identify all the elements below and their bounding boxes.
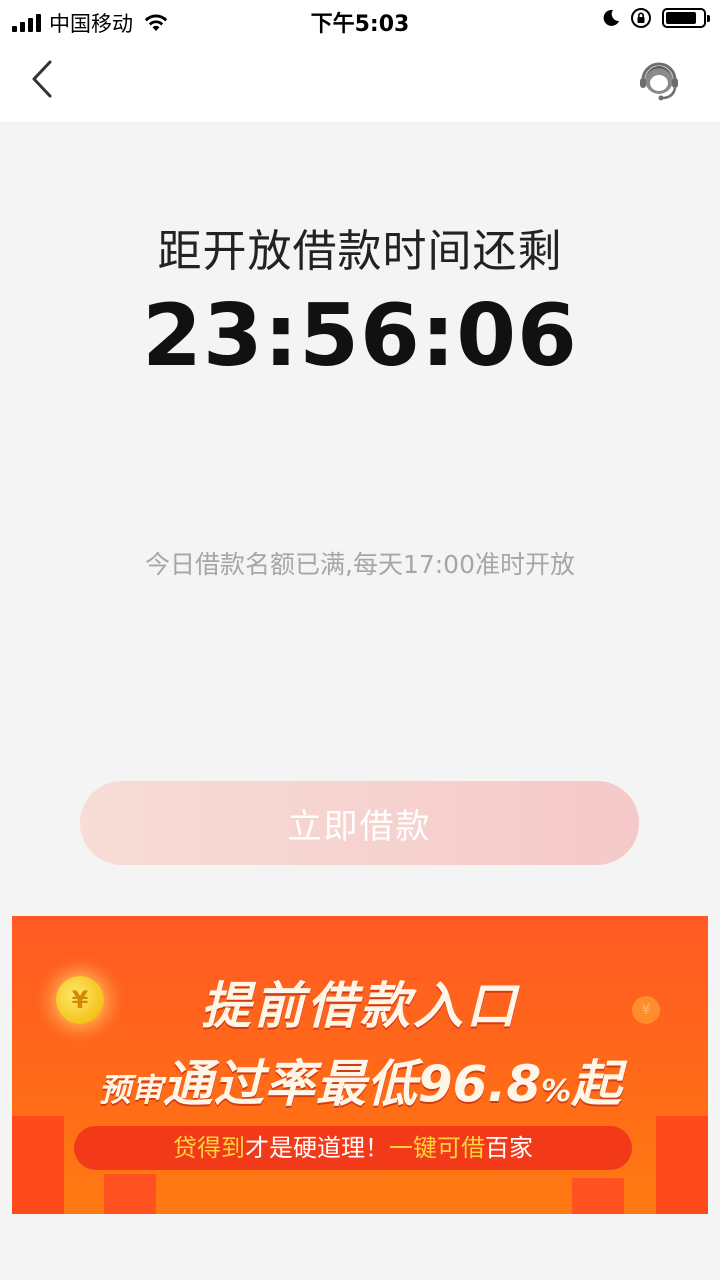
banner-slogan: 贷得到才是硬道理！一键可借百家 [74, 1126, 632, 1170]
countdown-label: 距开放借款时间还剩 [157, 226, 563, 277]
chevron-left-icon [32, 60, 52, 98]
back-button[interactable] [22, 58, 66, 102]
slogan-part-1: 贷得到 [173, 1134, 245, 1162]
moon-icon [603, 9, 619, 26]
rotation-lock-icon [631, 8, 651, 28]
customer-service-button[interactable] [636, 58, 682, 104]
banner-sub-percent: % [541, 1074, 572, 1109]
banner-decor-left-small [104, 1174, 156, 1214]
banner-subtitle: 预审通过率最低96.8%起 [12, 1044, 708, 1116]
quota-notice: 今日借款名额已满,每天17:00准时开放 [145, 550, 575, 579]
battery-icon [662, 8, 710, 28]
banner-sub-suffix: 起 [571, 1055, 622, 1113]
status-right [602, 7, 710, 29]
slogan-part-2: 才是硬道理！ [245, 1134, 389, 1162]
banner-decor-left [12, 1116, 64, 1214]
slogan-part-4: 百家 [485, 1134, 533, 1162]
banner-sub-main: 通过率最低 [162, 1055, 418, 1113]
banner-sub-number: 96.8 [417, 1055, 542, 1113]
slogan-part-3: 一键可借 [389, 1134, 485, 1162]
nav-bar [0, 40, 720, 122]
customer-service-headset-icon [640, 62, 678, 101]
banner-title: 提前借款入口 [201, 977, 519, 1035]
borrow-now-button[interactable]: 立即借款 [80, 781, 639, 865]
banner-sub-prefix: 预审 [98, 1071, 163, 1109]
banner-decor-right-small [572, 1178, 624, 1214]
early-loan-banner[interactable]: ¥ ¥ 提前借款入口 预审通过率最低96.8%起 贷得到才是硬道理！一键可借百家 [12, 916, 708, 1214]
status-bar: 中国移动 下午5:03 [0, 0, 720, 40]
banner-decor-right [656, 1116, 708, 1214]
countdown-timer: 23:56:06 [142, 286, 578, 386]
